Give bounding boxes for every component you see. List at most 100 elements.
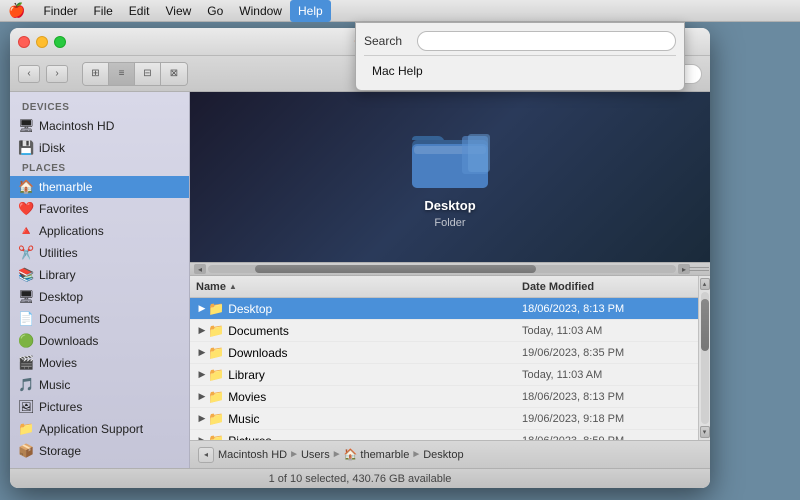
expand-icon[interactable]: ▶	[196, 325, 208, 336]
icon-view-button[interactable]: ⊞	[83, 63, 109, 85]
minimize-button[interactable]	[36, 36, 48, 48]
folder-name: Desktop	[424, 198, 475, 213]
documents-icon: 📄	[18, 311, 34, 327]
sidebar-item-documents[interactable]: 📄 Documents	[10, 308, 189, 330]
resize-handle[interactable]	[692, 264, 706, 274]
breadcrumb-themarble[interactable]: 🏠 themarble	[344, 448, 410, 461]
apple-menu[interactable]: 🍎	[8, 2, 25, 19]
menu-go[interactable]: Go	[199, 0, 231, 22]
file-row-movies[interactable]: ▶ 📁 Movies 18/06/2023, 8:13 PM	[190, 386, 698, 408]
sidebar-item-favorites[interactable]: ❤️ Favorites	[10, 198, 189, 220]
file-list-outer: Name ▲ Date Modified ▶ 📁 Desktop 18/06/2…	[190, 276, 710, 440]
mac-help-item[interactable]: Mac Help	[364, 60, 676, 82]
column-view-button[interactable]: ⊟	[135, 63, 161, 85]
vertical-scrollbar[interactable]: ▴ ▾	[698, 276, 710, 440]
file-name: Documents	[228, 324, 522, 338]
scroll-down-button[interactable]: ▾	[700, 426, 710, 438]
file-row-documents[interactable]: ▶ 📁 Documents Today, 11:03 AM	[190, 320, 698, 342]
expand-icon[interactable]: ▶	[196, 413, 208, 424]
help-search-input[interactable]	[417, 31, 676, 51]
file-row-library[interactable]: ▶ 📁 Library Today, 11:03 AM	[190, 364, 698, 386]
sidebar-item-application-support[interactable]: 📁 Application Support	[10, 418, 189, 440]
file-row-pictures[interactable]: ▶ 📁 Pictures 18/06/2023, 8:59 PM	[190, 430, 698, 440]
file-name: Movies	[228, 390, 522, 404]
favorites-label: Favorites	[39, 202, 88, 216]
utilities-icon: ✂️	[18, 245, 34, 261]
expand-icon[interactable]: ▶	[196, 369, 208, 380]
search-label: Search	[364, 34, 409, 48]
menu-view[interactable]: View	[157, 0, 199, 22]
sidebar-item-idisk[interactable]: 💾 iDisk	[10, 137, 189, 159]
scroll-thumb[interactable]	[255, 265, 536, 273]
scroll-up-button[interactable]: ▴	[700, 278, 710, 290]
help-dropdown: Search Mac Help	[355, 22, 685, 91]
help-search-row: Search	[364, 31, 676, 51]
expand-icon[interactable]: ▶	[196, 303, 208, 314]
vertical-scroll-track[interactable]	[701, 292, 709, 424]
menu-window[interactable]: Window	[231, 0, 290, 22]
back-button[interactable]: ‹	[18, 65, 40, 83]
idisk-label: iDisk	[39, 141, 65, 155]
coverflow-view-button[interactable]: ⊠	[161, 63, 187, 85]
scroll-left-arrow[interactable]: ◂	[194, 264, 206, 274]
file-date: 19/06/2023, 8:35 PM	[522, 347, 692, 359]
idisk-icon: 💾	[18, 140, 34, 156]
folder-icon: 📁	[208, 323, 224, 339]
sidebar-item-pictures[interactable]: 🖼 Pictures	[10, 396, 189, 418]
places-header: PLACES	[10, 159, 189, 176]
downloads-label: Downloads	[39, 334, 98, 348]
applications-icon: 🔺	[18, 223, 34, 239]
bottom-back-button[interactable]: ◂	[198, 447, 214, 463]
sidebar-item-library[interactable]: 📚 Library	[10, 264, 189, 286]
horizontal-scrollbar[interactable]: ◂ ▸	[190, 262, 710, 276]
folder-icon: 📁	[208, 433, 224, 441]
downloads-icon: 🟢	[18, 333, 34, 349]
menu-file[interactable]: File	[85, 0, 120, 22]
sidebar-item-macintosh-hd[interactable]: 🖥 Macintosh HD	[10, 115, 189, 137]
folder-icon: 📁	[208, 367, 224, 383]
breadcrumb-sep-2: ►	[332, 449, 342, 460]
sidebar-item-desktop[interactable]: 🖥 Desktop	[10, 286, 189, 308]
list-view-button[interactable]: ≡	[109, 63, 135, 85]
file-row-desktop[interactable]: ▶ 📁 Desktop 18/06/2023, 8:13 PM	[190, 298, 698, 320]
sidebar-item-themarble[interactable]: 🏠 themarble	[10, 176, 189, 198]
file-list: Name ▲ Date Modified ▶ 📁 Desktop 18/06/2…	[190, 276, 698, 440]
library-icon: 📚	[18, 267, 34, 283]
sidebar-item-storage[interactable]: 📦 Storage	[10, 440, 189, 462]
bottom-bar: ◂ Macintosh HD ► Users ► 🏠 themarble ► D…	[190, 440, 710, 468]
column-name-header[interactable]: Name ▲	[196, 281, 522, 293]
file-row-downloads[interactable]: ▶ 📁 Downloads 19/06/2023, 8:35 PM	[190, 342, 698, 364]
sidebar-item-utilities[interactable]: ✂️ Utilities	[10, 242, 189, 264]
scroll-track[interactable]	[208, 265, 676, 273]
sidebar-item-movies[interactable]: 🎬 Movies	[10, 352, 189, 374]
app-support-label: Application Support	[39, 422, 143, 436]
finder-window: 🏠 themarble ‹ › ⊞ ≡ ⊟ ⊠ 👁 ⚙ ▾ 🔍 DEVICES …	[10, 28, 710, 488]
menu-finder[interactable]: Finder	[35, 0, 85, 22]
breadcrumb-desktop[interactable]: Desktop	[423, 449, 463, 461]
name-col-label: Name	[196, 281, 226, 293]
column-date-header[interactable]: Date Modified	[522, 281, 692, 293]
sidebar-item-music[interactable]: 🎵 Music	[10, 374, 189, 396]
breadcrumb-users[interactable]: Users	[301, 449, 330, 461]
file-row-music[interactable]: ▶ 📁 Music 19/06/2023, 9:18 PM	[190, 408, 698, 430]
forward-button[interactable]: ›	[46, 65, 68, 83]
folder-icon: 📁	[208, 389, 224, 405]
pictures-label: Pictures	[39, 400, 82, 414]
sidebar-item-applications[interactable]: 🔺 Applications	[10, 220, 189, 242]
maximize-button[interactable]	[54, 36, 66, 48]
menu-help[interactable]: Help	[290, 0, 331, 22]
themarble-label: themarble	[39, 180, 92, 194]
menubar: 🍎 Finder File Edit View Go Window Help	[0, 0, 800, 22]
scroll-right-arrow[interactable]: ▸	[678, 264, 690, 274]
sidebar-item-downloads[interactable]: 🟢 Downloads	[10, 330, 189, 352]
breadcrumb-macintosh[interactable]: Macintosh HD	[218, 449, 287, 461]
vertical-scroll-thumb[interactable]	[701, 299, 709, 352]
status-text: 1 of 10 selected, 430.76 GB available	[269, 473, 452, 485]
expand-icon[interactable]: ▶	[196, 391, 208, 402]
menu-edit[interactable]: Edit	[121, 0, 158, 22]
expand-icon[interactable]: ▶	[196, 347, 208, 358]
file-list-header: Name ▲ Date Modified	[190, 276, 698, 298]
file-date: Today, 11:03 AM	[522, 325, 692, 337]
close-button[interactable]	[18, 36, 30, 48]
file-name: Music	[228, 412, 522, 426]
